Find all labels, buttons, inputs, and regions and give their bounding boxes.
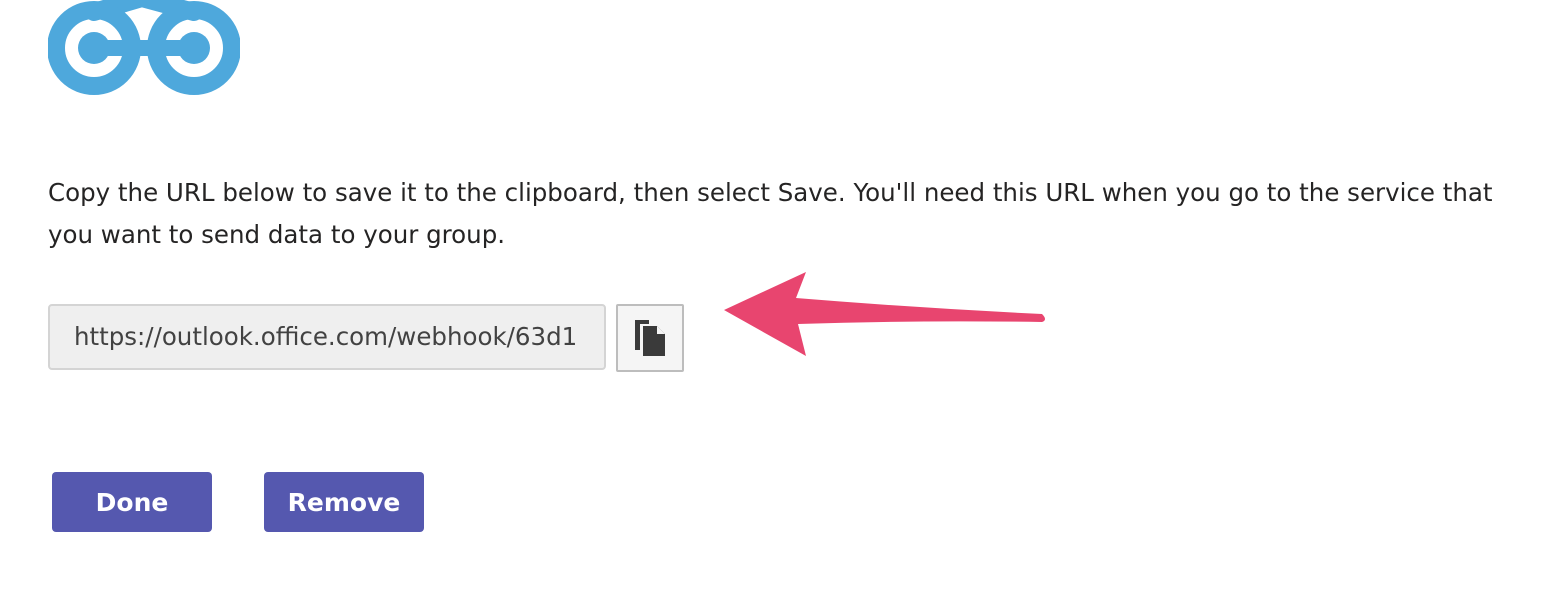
copy-url-button[interactable] (616, 304, 684, 372)
webhook-logo-icon (47, 0, 241, 95)
remove-button[interactable]: Remove (264, 472, 424, 532)
webhook-url-field[interactable]: https://outlook.office.com/webhook/63d1 (48, 304, 606, 370)
annotation-arrow (718, 268, 1058, 360)
instructions-text: Copy the URL below to save it to the cli… (48, 178, 1493, 249)
arrow-pointer-icon (724, 272, 1045, 356)
copy-icon (635, 320, 665, 356)
done-button[interactable]: Done (52, 472, 212, 532)
webhook-logo (47, 0, 241, 100)
